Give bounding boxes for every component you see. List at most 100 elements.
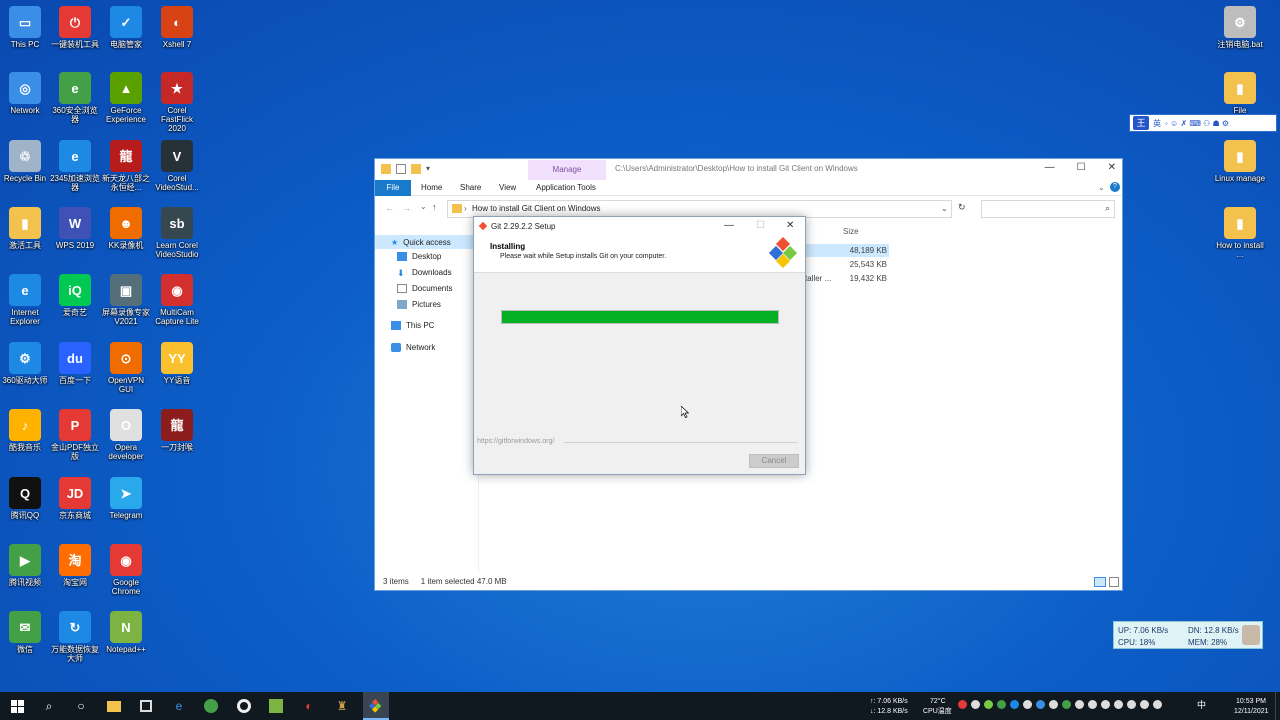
desktop-icon-360-driver[interactable]: ⚙ 360驱动大师: [0, 342, 51, 385]
desktop-icon-iqiyi[interactable]: iQ 爱奇艺: [49, 274, 101, 317]
cancel-button[interactable]: Cancel: [749, 454, 799, 468]
ime-mode-icon[interactable]: 王: [1133, 116, 1149, 130]
chevron-down-icon[interactable]: ⌄: [941, 201, 953, 217]
refresh-icon[interactable]: ↻: [958, 202, 966, 213]
desktop-icon-tianlong[interactable]: 龍新天龙八部之永恒经...: [100, 140, 152, 192]
volume-icon[interactable]: [1140, 700, 1149, 709]
desktop-icon-opera-dev[interactable]: O Opera developer: [100, 409, 152, 461]
cloud-icon[interactable]: [984, 700, 993, 709]
git-setup-taskbar-icon[interactable]: [367, 697, 385, 715]
desktop-icon-pingmu[interactable]: ▣ 屏幕录像专家V2021: [100, 274, 152, 326]
desktop-icon-this-pc[interactable]: ▭ This PC: [0, 6, 51, 49]
360-browser-icon[interactable]: [202, 697, 220, 715]
forward-icon[interactable]: →: [402, 203, 411, 213]
printer-icon[interactable]: [1127, 700, 1136, 709]
display-icon[interactable]: [1010, 700, 1019, 709]
desktop-icon-2345[interactable]: e 2345加速浏览器: [49, 140, 101, 192]
desktop-icon-yy[interactable]: YY YY语音: [151, 342, 203, 385]
desktop-icon-notepadpp[interactable]: N Notepad++: [100, 611, 152, 654]
desktop-icon-corel-fastflick[interactable]: ★ Corel FastFlick 2020: [151, 72, 203, 133]
desktop-icon-data-recovery[interactable]: ↻ 万能数据恢复大师: [49, 611, 101, 663]
desktop-icon-network[interactable]: ◎ Network: [0, 72, 51, 115]
xshell-icon[interactable]: ◐: [300, 697, 318, 715]
nav-this-pc[interactable]: This PC: [391, 321, 434, 330]
desktop-icon-wechat[interactable]: ✉ 微信: [0, 611, 51, 654]
qq-tray-icon[interactable]: [1075, 700, 1084, 709]
desktop-icon-kugou[interactable]: ♪ 酷我音乐: [0, 409, 51, 452]
wechat-tray-icon[interactable]: [1062, 700, 1071, 709]
microphone-icon[interactable]: [1114, 700, 1123, 709]
opera-icon[interactable]: [235, 697, 253, 715]
file-row[interactable]: taller ... 19,432 KB: [805, 272, 889, 285]
headset-icon[interactable]: [1049, 700, 1058, 709]
desktop-icon-geforce[interactable]: ▲ GeForce Experience: [100, 72, 152, 124]
tab-home[interactable]: Home: [421, 183, 442, 192]
file-row[interactable]: 48,189 KB: [805, 244, 889, 257]
properties-icon[interactable]: [396, 164, 406, 174]
desktop-icon-wps[interactable]: W WPS 2019: [49, 207, 101, 250]
ime-extra-icons[interactable]: ◦ ☺ ✗ ⌨ ⚇ ☗ ⚙: [1165, 119, 1229, 128]
column-header-size[interactable]: Size: [843, 227, 859, 236]
bluetooth-icon[interactable]: [1036, 700, 1045, 709]
desktop-icon-tianlong-2[interactable]: 龍一刀封喉: [151, 409, 203, 452]
desktop-icon-qq[interactable]: Q 腾讯QQ: [0, 477, 51, 520]
desktop-icon-jihuo[interactable]: ▮ 激活工具: [0, 207, 51, 250]
chat-icon[interactable]: [1101, 700, 1110, 709]
desktop-icon-jd[interactable]: JD 京东商城: [49, 477, 101, 520]
desktop-icon-ie[interactable]: e Internet Explorer: [0, 274, 51, 326]
network-tray-icon[interactable]: [971, 700, 980, 709]
desktop-icon-corel-videostudio[interactable]: V Corel VideoStud...: [151, 140, 203, 192]
shield-icon[interactable]: [997, 700, 1006, 709]
clock-time[interactable]: 10:53 PM: [1236, 697, 1266, 706]
desktop-icon-yijian[interactable]: ⏻ 一键装机工具: [49, 6, 101, 49]
recent-chevron-icon[interactable]: ⌄: [420, 202, 427, 211]
desktop-icon-telegram[interactable]: ➤ Telegram: [100, 477, 152, 520]
tab-file[interactable]: File: [375, 180, 411, 196]
network-monitor-widget[interactable]: UP: 7.06 KB/s DN: 12.8 KB/s CPU: 18% MEM…: [1113, 621, 1263, 649]
desktop-icon-linux-manage[interactable]: ▮ Linux manage: [1214, 140, 1266, 183]
usb-icon[interactable]: [1088, 700, 1097, 709]
tab-view[interactable]: View: [499, 183, 516, 192]
speaker-icon[interactable]: [1023, 700, 1032, 709]
close-icon[interactable]: ✕: [1108, 162, 1116, 173]
network-status-icon[interactable]: [1153, 700, 1162, 709]
nav-network[interactable]: Network: [391, 343, 435, 352]
ime-indicator[interactable]: 中: [1197, 701, 1206, 710]
desktop-icon-multicam[interactable]: ◉ MultiCam Capture Lite: [151, 274, 203, 326]
maximize-icon[interactable]: ☐: [1077, 162, 1086, 173]
nav-documents[interactable]: Documents: [397, 284, 452, 293]
game-icon[interactable]: ♜: [333, 697, 351, 715]
up-icon[interactable]: ↑: [432, 202, 437, 212]
desktop-icon-file[interactable]: ▮ File: [1214, 72, 1266, 115]
desktop-icon-openvpn[interactable]: ⊙ OpenVPN GUI: [100, 342, 152, 394]
chevron-down-icon[interactable]: ▾: [426, 164, 436, 174]
clock-date[interactable]: 12/11/2021: [1234, 707, 1269, 716]
nav-quick-access[interactable]: ★ Quick access: [375, 235, 479, 249]
desktop-icon-chrome[interactable]: ◉ Google Chrome: [100, 544, 152, 596]
store-icon[interactable]: [137, 697, 155, 715]
start-windows-icon[interactable]: [8, 697, 26, 715]
minimize-icon[interactable]: —: [1045, 162, 1055, 173]
tab-application-tools[interactable]: Application Tools: [536, 183, 596, 192]
help-icon[interactable]: ?: [1110, 182, 1120, 192]
minimize-icon[interactable]: —: [724, 220, 734, 231]
desktop-icon-recycle-bin[interactable]: ♲ Recycle Bin: [0, 140, 51, 183]
notepadpp-icon[interactable]: [267, 697, 285, 715]
back-icon[interactable]: ←: [385, 203, 394, 213]
new-folder-icon[interactable]: [411, 164, 421, 174]
show-desktop-button[interactable]: [1275, 692, 1279, 720]
desktop-icon-taobao[interactable]: 淘淘宝网: [49, 544, 101, 587]
desktop-icon-kk[interactable]: ☻ KK录像机: [100, 207, 152, 250]
chevron-down-icon[interactable]: ⌄: [1098, 183, 1105, 192]
search-icon[interactable]: ⌕: [40, 697, 58, 715]
nav-desktop[interactable]: Desktop: [397, 252, 441, 261]
desktop-icon-diannao-guanjia[interactable]: ✓ 电脑管家: [100, 6, 152, 49]
ime-toolbar[interactable]: 王 英 ◦ ☺ ✗ ⌨ ⚇ ☗ ⚙: [1129, 114, 1277, 132]
ie-icon[interactable]: e: [170, 697, 188, 715]
file-row[interactable]: 25,543 KB: [805, 258, 889, 271]
tab-share[interactable]: Share: [460, 183, 481, 192]
close-icon[interactable]: ✕: [786, 220, 794, 231]
antivirus-icon[interactable]: [958, 700, 967, 709]
desktop-icon-how-to[interactable]: ▮ How to install ...: [1214, 207, 1266, 259]
desktop-icon-tencent-video[interactable]: ▶ 腾讯视频: [0, 544, 51, 587]
